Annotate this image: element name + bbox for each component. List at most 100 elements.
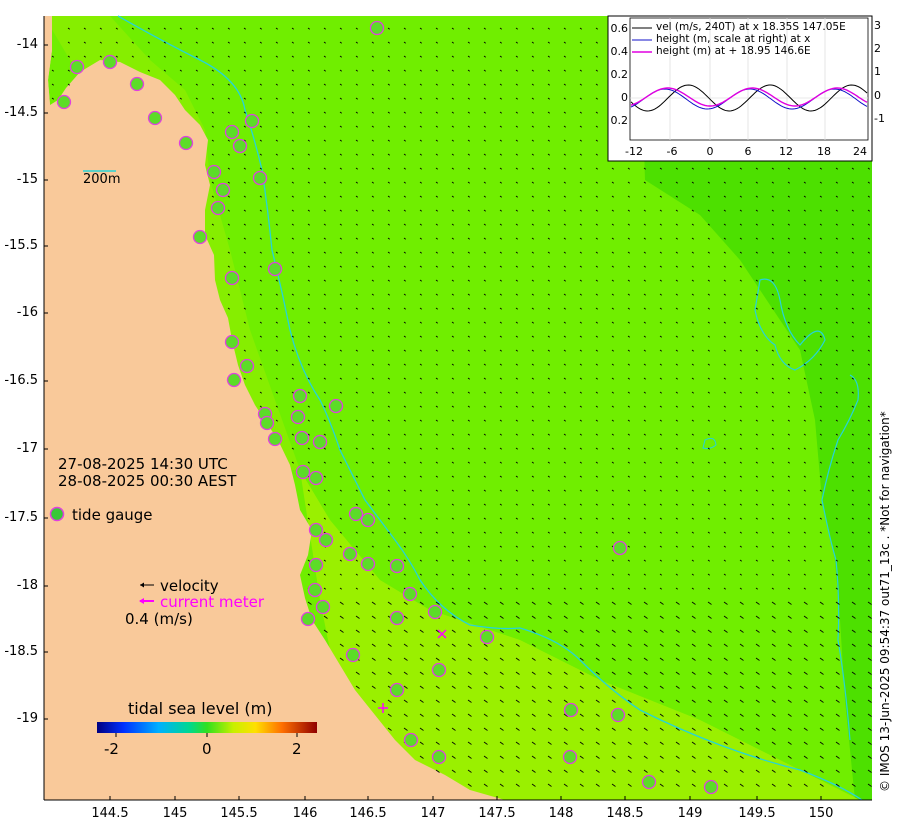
- tide-gauge-marker: [252, 170, 268, 186]
- tide-gauge-marker: [224, 270, 240, 286]
- tide-gauge-marker: [403, 732, 419, 748]
- y-tick-label: -17: [16, 441, 38, 456]
- legend-scale-label: 0.4 (m/s): [125, 610, 193, 628]
- tide-gauge-marker: [703, 779, 719, 795]
- tide-gauge-marker: [244, 113, 260, 129]
- tide-gauge-marker: [290, 409, 306, 425]
- tide-gauge-marker: [389, 558, 405, 574]
- inset-right-tick: 2: [874, 42, 881, 55]
- x-tick-label: 149.5: [738, 806, 776, 821]
- tide-gauge-marker: [295, 464, 311, 480]
- tide-gauge-marker: [232, 138, 248, 154]
- tide-gauge-marker: [563, 702, 579, 718]
- tide-gauge-marker: [345, 647, 361, 663]
- tide-gauge-marker: [224, 124, 240, 140]
- tide-gauge-marker: [308, 557, 324, 573]
- tide-gauge-marker: [308, 470, 324, 486]
- tide-gauge-marker: [328, 398, 344, 414]
- tide-gauge-marker: [641, 774, 657, 790]
- inset-left-tick: 0.2: [610, 68, 629, 81]
- x-tick-label: 145.5: [220, 806, 258, 821]
- tide-gauge-marker: [259, 415, 275, 431]
- tide-gauge-marker: [308, 522, 324, 538]
- tide-gauge-marker: [427, 604, 443, 620]
- tide-gauge-marker: [612, 540, 628, 556]
- x-tick-label: 147.5: [478, 806, 516, 821]
- tide-gauge-marker: [294, 430, 310, 446]
- tide-gauge-marker: [215, 182, 231, 198]
- inset-right-tick: 3: [874, 19, 881, 32]
- x-tick-label: 146: [292, 806, 318, 821]
- y-tick-label: -15: [16, 172, 38, 187]
- tide-gauge-marker: [402, 586, 418, 602]
- inset-right-tick: -1: [874, 112, 885, 125]
- legend-tide-gauge-label: tide gauge: [72, 506, 153, 524]
- y-tick-label: -14: [16, 37, 38, 52]
- inset-left-tick: 0: [621, 91, 628, 104]
- tide-gauge-marker: [610, 707, 626, 723]
- tide-gauge-marker: [147, 110, 163, 126]
- x-tick-label: 146.5: [349, 806, 387, 821]
- scale-bar-label: 200m: [83, 172, 121, 187]
- colorbar-tick-mid: 0: [202, 740, 212, 758]
- inset-left-tick: 0.4: [610, 45, 629, 58]
- tide-gauge-marker: [360, 512, 376, 528]
- legend-current-meter-label: current meter: [160, 593, 264, 611]
- tide-gauge-marker: [312, 434, 328, 450]
- tide-gauge-marker: [342, 546, 358, 562]
- tide-gauge-marker: [129, 76, 145, 92]
- inset-right-tick: 0: [874, 89, 881, 102]
- tide-gauge-marker: [69, 59, 85, 75]
- copyright-stamp: © IMOS 13-Jun-2025 09:54:37 out71_13c . …: [878, 411, 892, 792]
- tide-gauge-marker: [226, 372, 242, 388]
- inset-left-tick: 0.2: [610, 114, 629, 127]
- tide-gauge-marker: [178, 135, 194, 151]
- tide-gauge-marker: [479, 629, 495, 645]
- y-tick-label: -14.5: [4, 105, 38, 120]
- tide-gauge-marker: [348, 506, 364, 522]
- tide-gauge-marker: [318, 532, 334, 548]
- tide-gauge-marker: [389, 682, 405, 698]
- tide-gauge-marker: [292, 388, 308, 404]
- colorbar-tick-min: -2: [104, 740, 119, 758]
- tide-gauge-marker: [192, 229, 208, 245]
- tide-gauge-marker: [206, 164, 222, 180]
- tide-gauge-marker: [389, 610, 405, 626]
- x-tick-label: 147: [420, 806, 446, 821]
- tide-gauge-marker: [307, 582, 323, 598]
- x-tick-label: 150: [808, 806, 834, 821]
- timestamp-aest: 28-08-2025 00:30 AEST: [58, 472, 237, 490]
- inset-x-tick: -6: [666, 145, 678, 158]
- inset-x-tick: 0: [706, 145, 714, 158]
- x-tick-label: 145: [162, 806, 188, 821]
- inset-x-tick: 12: [779, 145, 793, 158]
- tide-gauge-marker: [267, 431, 283, 447]
- y-tick-label: -15.5: [4, 238, 38, 253]
- x-tick-label: 144.5: [91, 806, 129, 821]
- y-tick-label: -18.5: [4, 644, 38, 659]
- inset-x-tick: 6: [744, 145, 752, 158]
- tide-gauge-marker: [102, 54, 118, 70]
- tide-gauge-marker: [239, 358, 255, 374]
- tide-gauge-marker: [210, 200, 226, 216]
- timestamp-utc: 27-08-2025 14:30 UTC: [58, 455, 228, 473]
- inset-x-tick: -12: [625, 145, 643, 158]
- inset-legend-line3: height (m) at + 18.95 146.6E: [656, 45, 811, 57]
- legend-tide-gauge-symbol: [49, 506, 65, 522]
- tide-gauge-marker: [224, 334, 240, 350]
- tide-gauge-marker: [315, 599, 331, 615]
- x-tick-label: 148: [548, 806, 574, 821]
- y-tick-label: -19: [16, 711, 38, 726]
- tide-gauge-marker: [56, 94, 72, 110]
- inset-x-tick: 24: [853, 145, 867, 158]
- inset-left-tick: 0.6: [610, 22, 629, 35]
- colorbar: [97, 722, 317, 733]
- inset-legend-line2: height (m, scale at right) at x: [656, 33, 811, 45]
- tide-gauge-marker: [431, 662, 447, 678]
- inset-legend-line1: vel (m/s, 240T) at x 18.35S 147.05E: [656, 21, 846, 33]
- inset-x-tick: 18: [817, 145, 831, 158]
- tide-gauge-marker: [562, 749, 578, 765]
- y-tick-label: -16: [16, 305, 38, 320]
- tide-gauge-marker: [360, 556, 376, 572]
- inset-right-tick: 1: [874, 65, 881, 78]
